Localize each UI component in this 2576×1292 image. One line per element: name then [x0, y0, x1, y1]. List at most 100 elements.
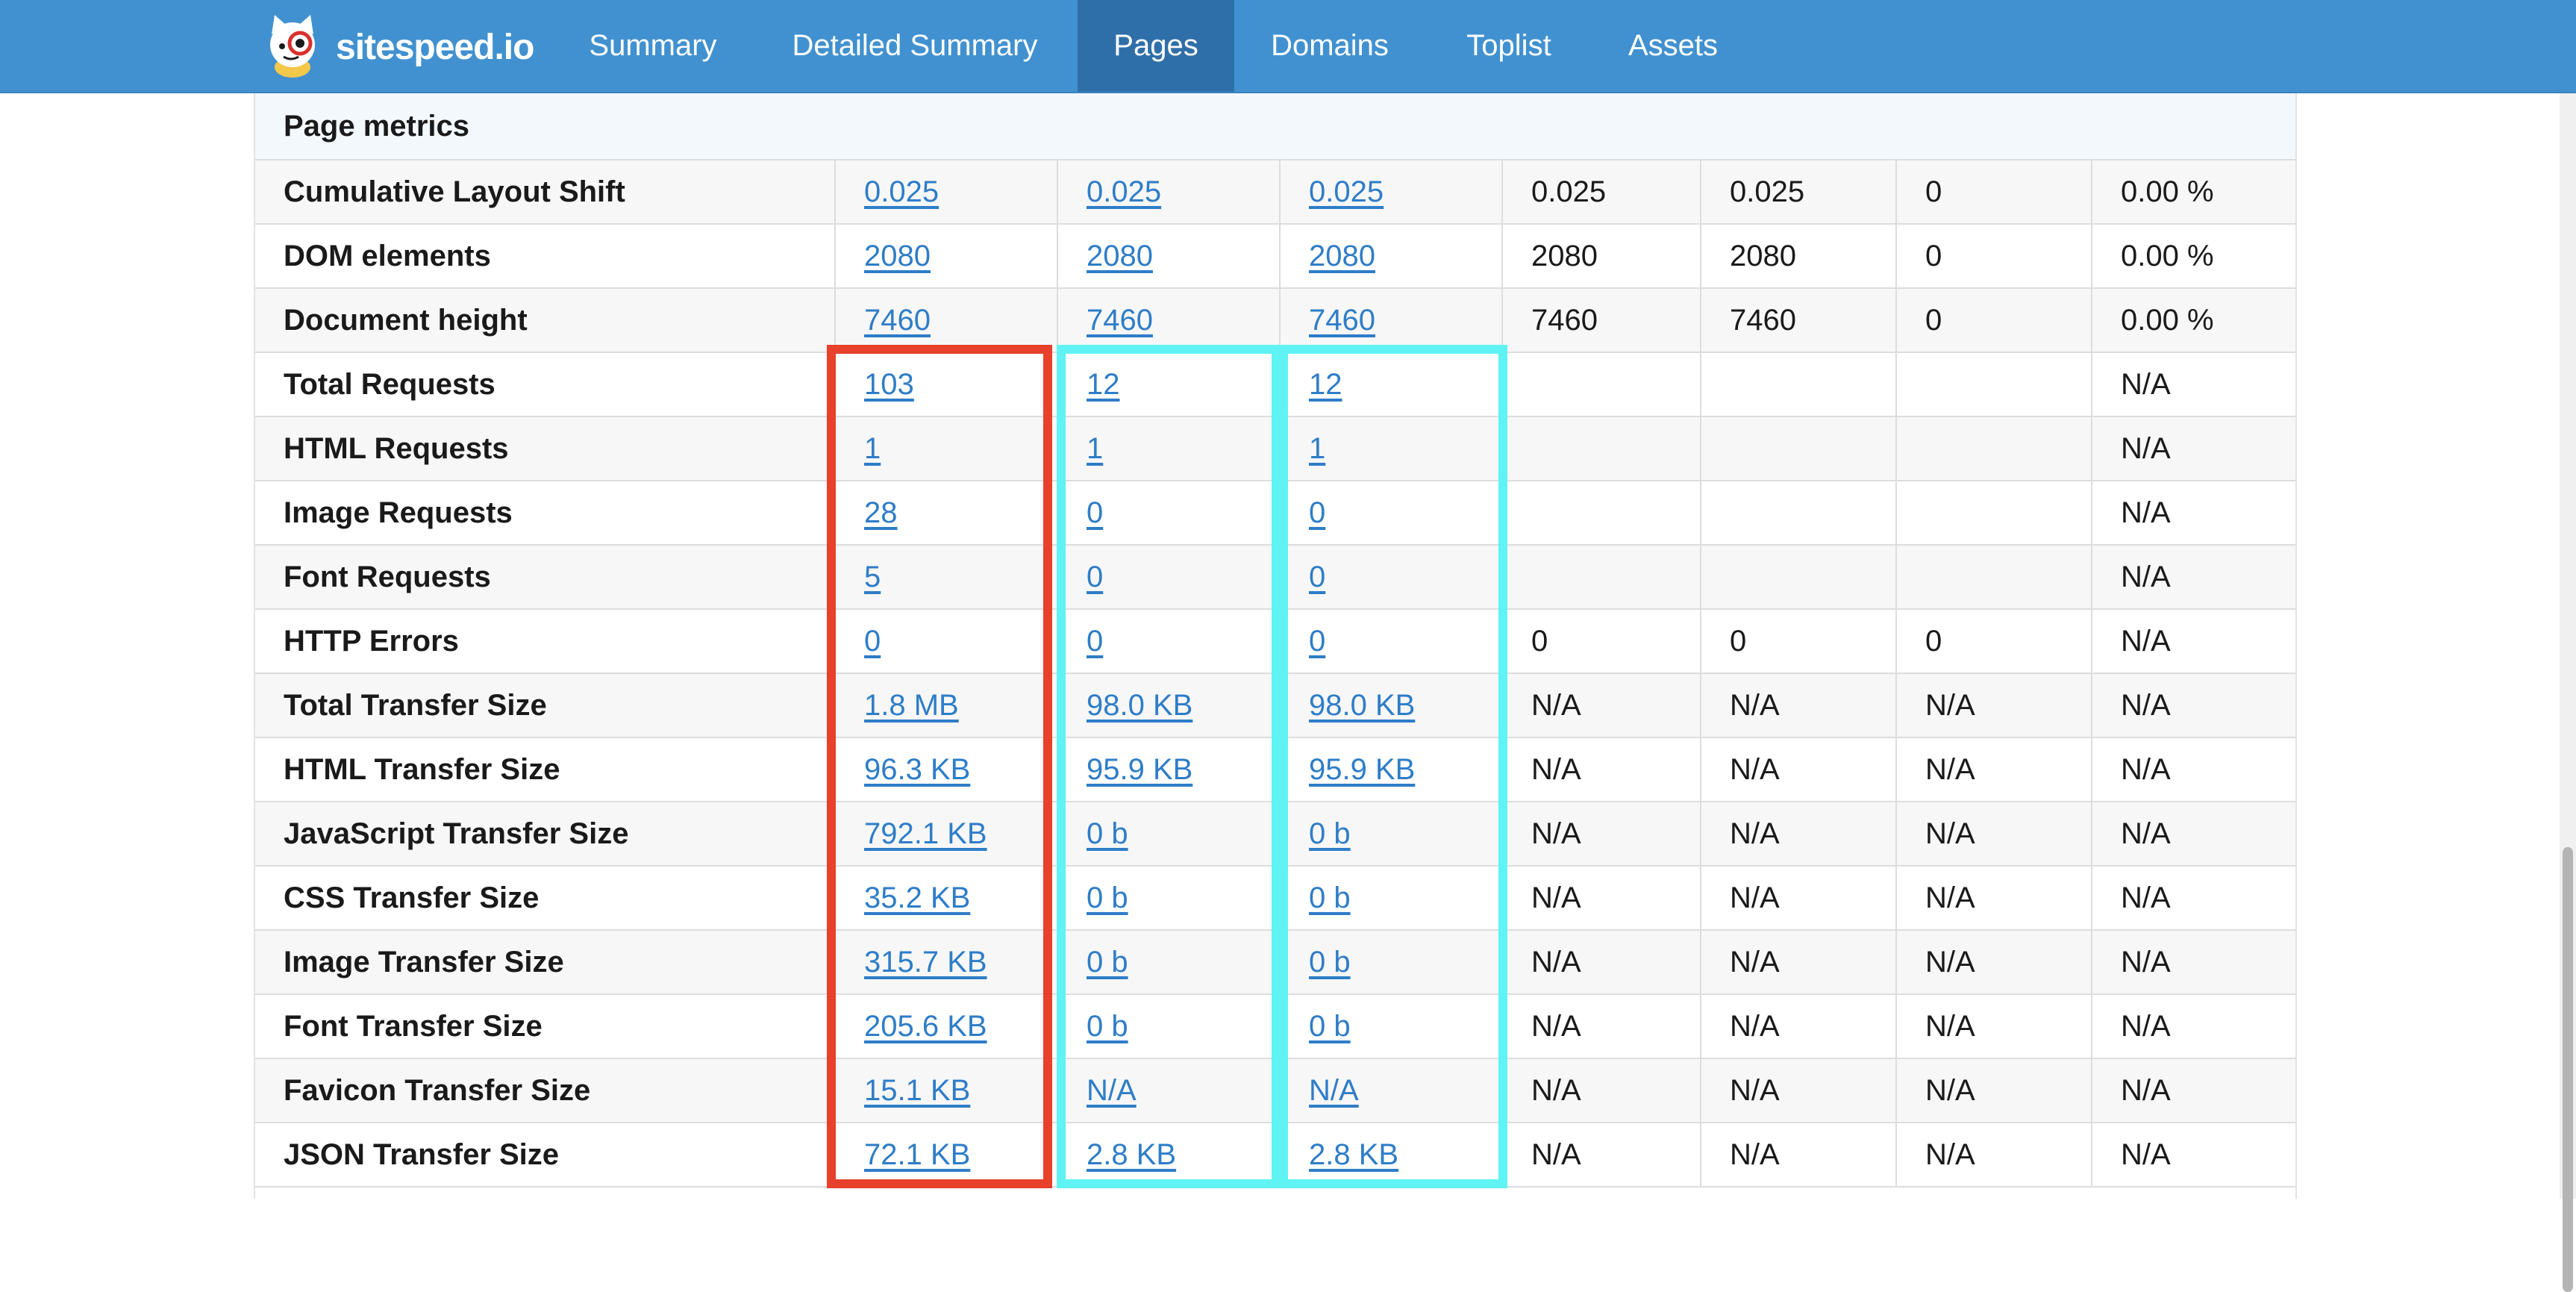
- metric-cell-link-col3: 0: [1279, 610, 1501, 672]
- metric-cell-link-col1: 28: [834, 481, 1057, 544]
- metric-value-link[interactable]: 0: [864, 625, 881, 658]
- metric-cell-link-col3: 0.025: [1279, 160, 1501, 223]
- metric-cell-col5: N/A: [1700, 802, 1895, 865]
- metric-value-link[interactable]: 95.9 KB: [1087, 753, 1192, 787]
- metric-cell-col4: [1501, 481, 1700, 544]
- metric-cell-col7: N/A: [2091, 1059, 2295, 1122]
- table-row: CSS Transfer Size 35.2 KB 0 b0 b N/A N/A N/A N…: [255, 867, 2295, 931]
- metric-value-link[interactable]: 12: [1087, 368, 1120, 402]
- metric-cell-col6: N/A: [1895, 1123, 2091, 1186]
- metric-value-link[interactable]: 0: [1087, 561, 1103, 594]
- metric-value-link[interactable]: 0 b: [1309, 881, 1351, 915]
- scrollbar-thumb[interactable]: [2563, 847, 2573, 1292]
- metric-cell-col4: N/A: [1501, 738, 1700, 801]
- metric-cell-col7: N/A: [2091, 738, 2295, 801]
- nav-assets[interactable]: Assets: [1610, 0, 1736, 92]
- nav-toplist[interactable]: Toplist: [1440, 0, 1578, 92]
- metric-value-link[interactable]: 2080: [864, 240, 931, 273]
- metric-value-link[interactable]: 205.6 KB: [864, 1010, 987, 1043]
- metric-value-link[interactable]: 0.025: [1309, 175, 1384, 209]
- metric-value-link[interactable]: 98.0 KB: [1309, 689, 1415, 723]
- metric-label: Image Requests: [284, 496, 513, 529]
- metric-value-link[interactable]: 0 b: [1087, 946, 1128, 979]
- nav-detailed-summary[interactable]: Detailed Summary: [776, 0, 1054, 92]
- metric-value-link[interactable]: 1: [1087, 432, 1103, 466]
- metric-cell-col5: N/A: [1700, 738, 1895, 801]
- nav-summary[interactable]: Summary: [567, 0, 739, 92]
- metric-value-link[interactable]: 5: [864, 561, 881, 594]
- table-row: JavaScript Transfer Size 792.1 KB 0 b 0 b N/…: [255, 802, 2295, 867]
- metric-cell-col4: N/A: [1501, 674, 1700, 737]
- metric-label: CSS Transfer Size: [284, 881, 540, 914]
- metric-value-link[interactable]: 0.025: [864, 175, 939, 209]
- metric-value-link[interactable]: 35.2 KB: [864, 881, 970, 915]
- metric-value-link[interactable]: 0: [1087, 625, 1103, 658]
- metric-label: JavaScript Transfer Size: [284, 817, 629, 850]
- metric-value-link[interactable]: 7460: [1087, 304, 1153, 337]
- metric-value-link[interactable]: 0: [1309, 625, 1325, 658]
- metric-value-link[interactable]: 1.8 MB: [864, 689, 959, 723]
- metric-cell-col7: N/A: [2091, 867, 2295, 929]
- metric-cell-link-col3: 2080: [1279, 225, 1501, 287]
- metric-value-link[interactable]: 28: [864, 496, 898, 530]
- metric-value-link[interactable]: 1: [864, 432, 881, 466]
- metric-value-link[interactable]: 0 b: [1087, 817, 1128, 851]
- metric-label: Image Transfer Size: [284, 945, 564, 979]
- metric-cell-col6: N/A: [1895, 1059, 2091, 1122]
- metric-cell-col5: 2080: [1700, 225, 1895, 287]
- metric-value-link[interactable]: 7460: [864, 304, 931, 337]
- metric-cell-col6: [1895, 417, 2091, 480]
- metric-value-link[interactable]: 0 b: [1309, 817, 1351, 851]
- metric-value-link[interactable]: 0 b: [1087, 1010, 1128, 1043]
- metric-value-link[interactable]: 0 b: [1309, 946, 1351, 979]
- metric-cell-col7: N/A: [2091, 353, 2295, 416]
- metric-cell-col7: N/A: [2091, 1123, 2295, 1186]
- metric-value-link[interactable]: 0 b: [1309, 1010, 1351, 1043]
- metric-cell-col6: [1895, 481, 2091, 544]
- brand-name: sitespeed.io: [336, 27, 534, 67]
- table-row: HTTP Errors 0 0 0 0 0 0 N/A: [255, 610, 2295, 674]
- metric-value-link[interactable]: 1: [1309, 432, 1325, 466]
- metric-value-link[interactable]: 2.8 KB: [1309, 1138, 1398, 1172]
- table-row: Favicon Transfer Size 15.1 KB N/A N/A N/A N/A…: [255, 1059, 2295, 1123]
- metric-cell-col6: 0: [1895, 225, 2091, 287]
- metric-value-link[interactable]: 0: [1309, 561, 1325, 594]
- nav-pages[interactable]: Pages: [1078, 0, 1234, 92]
- metric-cell-col5: 0: [1700, 610, 1895, 672]
- metric-cell-link-col2: 0.025: [1057, 160, 1279, 223]
- scrollbar[interactable]: [2560, 93, 2576, 1292]
- metric-value-link[interactable]: 98.0 KB: [1087, 689, 1192, 723]
- metric-value-link[interactable]: 95.9 KB: [1309, 753, 1415, 787]
- metric-cell-col4: N/A: [1501, 802, 1700, 865]
- metric-cell-col5: [1700, 353, 1895, 416]
- metric-cell-col5: N/A: [1700, 995, 1895, 1058]
- metric-value-link[interactable]: 72.1 KB: [864, 1138, 970, 1172]
- metric-value-link[interactable]: 103: [864, 368, 914, 402]
- metric-value-link[interactable]: N/A: [1087, 1074, 1137, 1108]
- metric-value-link[interactable]: 0: [1087, 496, 1103, 530]
- metric-value-link[interactable]: 792.1 KB: [864, 817, 987, 851]
- metric-value-link[interactable]: N/A: [1309, 1074, 1359, 1108]
- section-title: Page metrics: [284, 109, 470, 143]
- metric-value-link[interactable]: 96.3 KB: [864, 753, 970, 787]
- metric-value-link[interactable]: 12: [1309, 368, 1342, 402]
- metric-cell-col5: [1700, 417, 1895, 480]
- metric-cell-link-col3: 98.0 KB: [1279, 674, 1501, 737]
- metric-value-link[interactable]: 2.8 KB: [1087, 1138, 1176, 1172]
- metric-cell-link-col1: 5: [834, 546, 1057, 608]
- brand-home-link[interactable]: sitespeed.io: [261, 13, 534, 81]
- metric-cell-link-col3: 12: [1279, 353, 1501, 416]
- metric-value-link[interactable]: 315.7 KB: [864, 946, 987, 979]
- metric-value-link[interactable]: 15.1 KB: [864, 1074, 970, 1108]
- metric-value-link[interactable]: 0 b: [1087, 881, 1128, 915]
- metric-cell-col6: N/A: [1895, 995, 2091, 1058]
- metric-value-link[interactable]: 2080: [1309, 240, 1375, 273]
- nav-domains[interactable]: Domains: [1255, 0, 1404, 92]
- metric-value-link[interactable]: 2080: [1087, 240, 1153, 273]
- section-header: Page metrics: [255, 93, 2295, 160]
- metric-cell-col7: N/A: [2091, 674, 2295, 737]
- metric-value-link[interactable]: 0.025: [1087, 175, 1161, 209]
- metric-cell-link-col2: 1: [1057, 417, 1279, 480]
- metric-value-link[interactable]: 0: [1309, 496, 1325, 530]
- metric-value-link[interactable]: 7460: [1309, 304, 1375, 337]
